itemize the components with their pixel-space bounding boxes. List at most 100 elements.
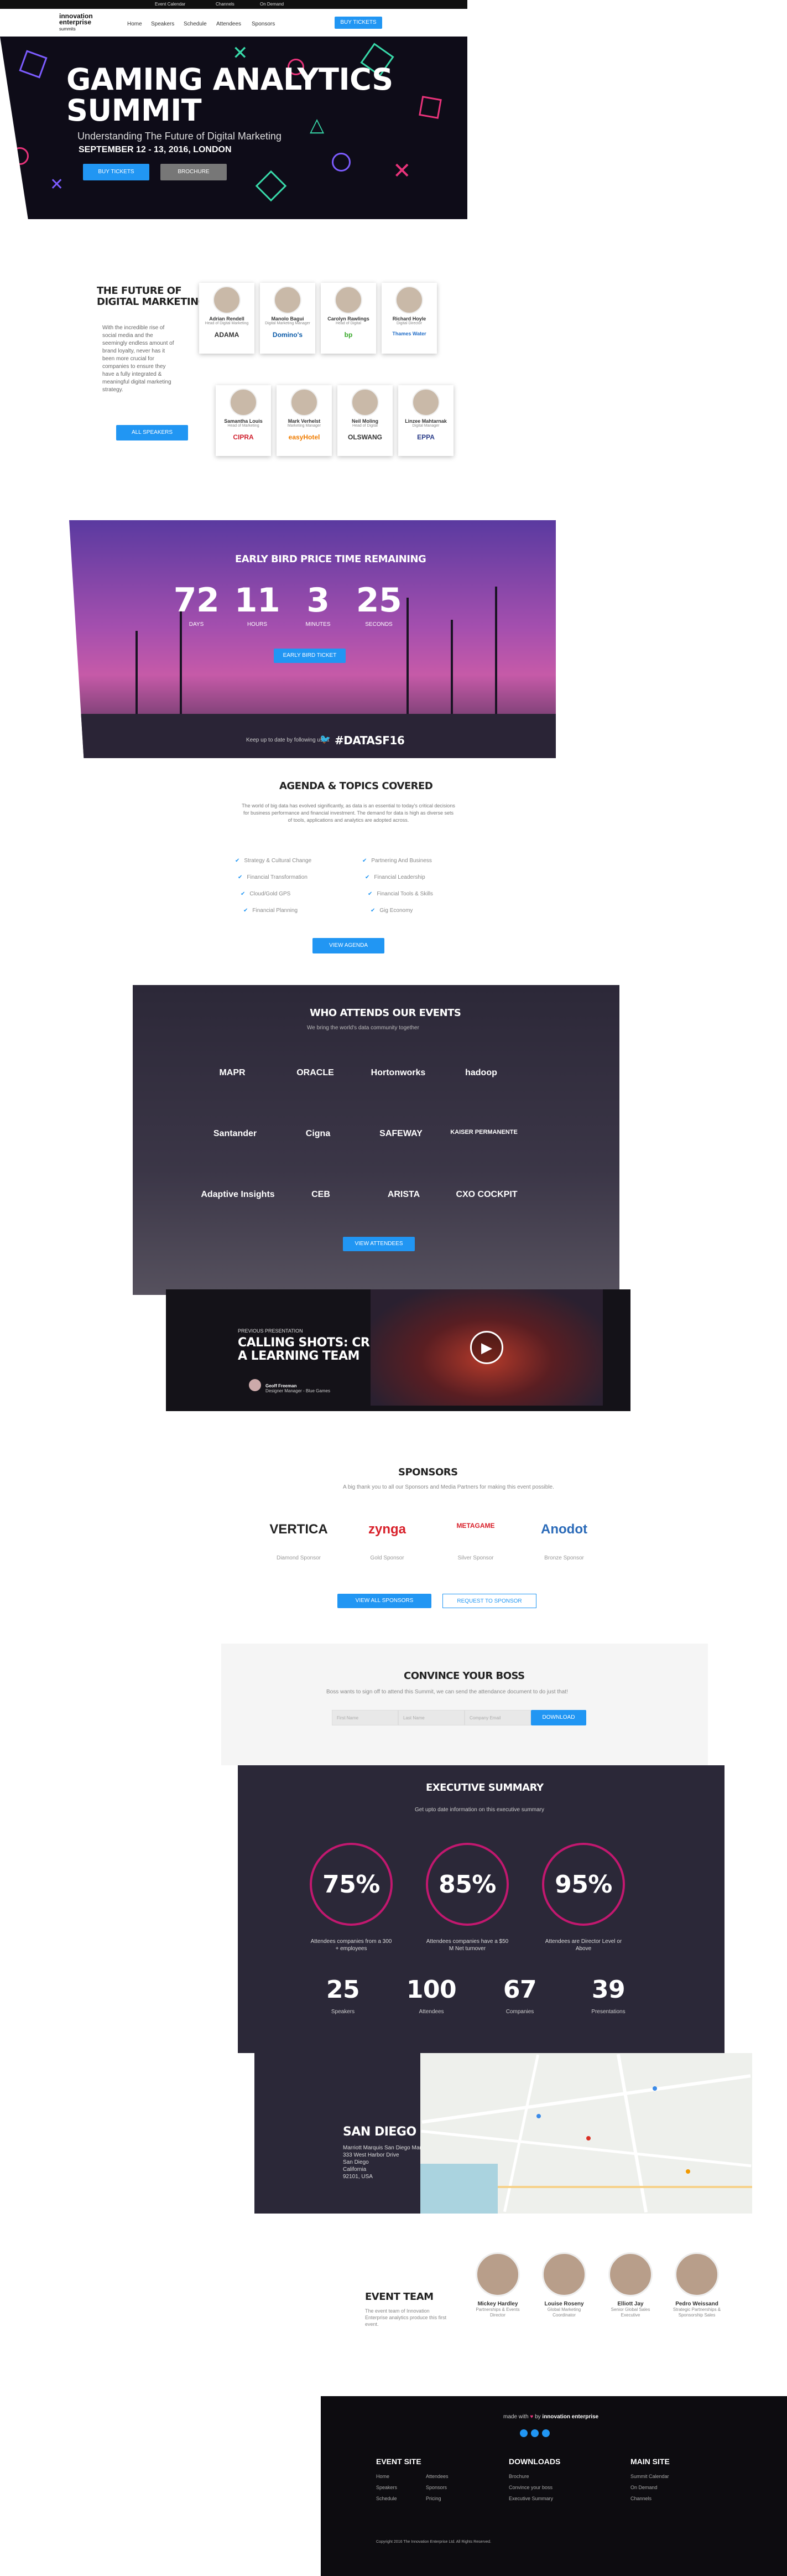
nav-item-schedule[interactable]: Schedule [184, 21, 207, 27]
brochure-button[interactable]: BROCHURE [160, 164, 227, 180]
palm-tree-shape [406, 598, 409, 714]
speaker-card[interactable]: Neil Moling Head of Digital OLSWANG [337, 385, 393, 456]
video-player[interactable]: ▶ [371, 1289, 603, 1406]
stat-ring: 75% [310, 1843, 393, 1926]
email-field[interactable]: Company Email [465, 1710, 531, 1725]
map-pin-icon[interactable] [586, 2136, 591, 2140]
hashtag[interactable]: #DATASF16 [335, 734, 405, 747]
speaker-company: CIPRA [233, 433, 254, 441]
speaker-card[interactable]: Mark Verhelst Marketing Manager easyHote… [277, 385, 332, 456]
attendee-logo: Cigna [305, 1129, 331, 1138]
speaker-card[interactable]: Carolyn Rawlings Head of Digital bp [321, 283, 376, 354]
brand-logo[interactable]: innovation enterprise summits [59, 13, 93, 32]
speakers-heading: THE FUTURE OF DIGITAL MARKETING [97, 285, 206, 308]
stat-number: 67 [503, 1976, 537, 2004]
facebook-icon[interactable] [520, 2429, 528, 2437]
view-agenda-button[interactable]: VIEW AGENDA [312, 938, 384, 953]
request-to-sponsor-button[interactable]: REQUEST TO SPONSOR [442, 1594, 536, 1608]
sponsor-tier: Silver Sponsor [457, 1555, 494, 1561]
stat-ring: 85% [426, 1843, 509, 1926]
team-member: Mickey Hardley Partnerships & Events Dir… [470, 2252, 525, 2318]
palm-tree-shape [451, 620, 453, 714]
footer-link[interactable]: Convince your boss [509, 2485, 553, 2490]
speaker-company: ADAMA [214, 331, 239, 339]
main-navbar: innovation enterprise summits Home Speak… [53, 10, 467, 37]
on-demand-link[interactable]: On Demand [260, 2, 284, 7]
footer-link[interactable]: Sponsors [426, 2485, 447, 2490]
footer-link[interactable]: Summit Calendar [630, 2474, 669, 2479]
footer-link[interactable]: Pricing [426, 2496, 441, 2501]
channels-link[interactable]: Channels [216, 2, 234, 7]
avatar [351, 388, 379, 416]
sponsor-logo[interactable]: VERTICA [254, 1522, 343, 1537]
footer-link[interactable]: Home [376, 2474, 389, 2479]
footer-link[interactable]: Brochure [509, 2474, 529, 2479]
speaker-card[interactable]: Samantha Louis Head of Marketing CIPRA [216, 385, 271, 456]
avatar [608, 2252, 653, 2297]
map-pin-icon[interactable] [653, 2086, 657, 2091]
attendee-logo: ORACLE [296, 1068, 334, 1077]
footer-link[interactable]: Speakers [376, 2485, 397, 2490]
twitter-icon[interactable]: 🐦 [320, 734, 331, 745]
nav-item-attendees[interactable]: Attendees [216, 21, 241, 27]
sponsors-intro: A big thank you to all our Sponsors and … [343, 1484, 554, 1490]
all-speakers-button[interactable]: ALL SPEAKERS [116, 425, 188, 440]
map-pin-icon[interactable] [686, 2169, 690, 2174]
event-calendar-link[interactable]: Event Calendar [155, 2, 185, 7]
buy-tickets-nav-button[interactable]: BUY TICKETS [335, 17, 382, 29]
twitter-icon[interactable] [531, 2429, 539, 2437]
nav-item-home[interactable]: Home [127, 21, 142, 27]
stat-ring-label: Attendees companies have a $50 M Net tur… [426, 1939, 509, 1952]
early-bird-ticket-button[interactable]: EARLY BIRD TICKET [274, 649, 346, 663]
square-shape-icon [255, 170, 287, 202]
nav-item-speakers[interactable]: Speakers [151, 21, 174, 27]
view-all-sponsors-button[interactable]: VIEW ALL SPONSORS [337, 1594, 431, 1608]
stat-label: Presentations [591, 2009, 626, 2015]
footer-link[interactable]: Schedule [376, 2496, 397, 2501]
team-heading: EVENT TEAM [365, 2291, 434, 2303]
speaker-card[interactable]: Manolo Bagui Digital Marketing Manager D… [260, 283, 315, 354]
footer-link[interactable]: Channels [630, 2496, 652, 2501]
agenda-item: Financial Planning [243, 908, 298, 914]
countdown-heading: EARLY BIRD PRICE TIME REMAINING [235, 553, 426, 565]
buy-tickets-button[interactable]: BUY TICKETS [83, 164, 149, 180]
top-utility-bar: Event Calendar Channels On Demand [0, 0, 467, 9]
speaker-card[interactable]: Richard Hoyle Digital Director Thames Wa… [382, 283, 437, 354]
sponsor-logo[interactable]: METAGAME [431, 1522, 520, 1530]
nav-item-sponsors[interactable]: Sponsors [252, 21, 275, 27]
speaker-company: Thames Water [392, 331, 426, 336]
last-name-field[interactable]: Last Name [398, 1710, 465, 1725]
first-name-field[interactable]: First Name [332, 1710, 398, 1725]
play-icon[interactable]: ▶ [470, 1331, 503, 1364]
sponsor-logo[interactable]: Anodot [520, 1522, 608, 1537]
attendee-logo: SAFEWAY [379, 1129, 423, 1138]
footer-link[interactable]: Executive Summary [509, 2496, 553, 2501]
sponsor-logo[interactable]: zynga [343, 1522, 431, 1537]
view-attendees-button[interactable]: VIEW ATTENDEES [343, 1237, 415, 1251]
speaker-card[interactable]: Adrian Rendell Head of Digital Marketing… [199, 283, 254, 354]
avatar [395, 286, 423, 314]
location-section: SAN DIEGO Marriott Marquis San Diego Mar… [254, 2053, 752, 2214]
agenda-heading: AGENDA & TOPICS COVERED [279, 780, 433, 792]
footer-link[interactable]: On Demand [630, 2485, 658, 2490]
agenda-item: Partnering And Business [362, 858, 432, 864]
attendee-logo: Santander [213, 1129, 257, 1138]
countdown-days-label: DAYS [189, 621, 204, 628]
countdown-footer: Keep up to date by following us at 🐦 #DA… [69, 714, 556, 758]
team-member: Louise Roseny Global Marketing Coordinat… [536, 2252, 592, 2318]
agenda-section: AGENDA & TOPICS COVERED The world of big… [102, 758, 589, 985]
location-map[interactable] [420, 2053, 752, 2214]
linkedin-icon[interactable] [542, 2429, 550, 2437]
stat-number: 25 [326, 1976, 360, 2004]
map-pin-icon[interactable] [536, 2114, 541, 2118]
palm-tree-shape [135, 631, 138, 714]
attendee-logo: Adaptive Insights [201, 1190, 275, 1199]
speaker-card[interactable]: Linzee Mahtarnak Digital Manager EPPA [398, 385, 454, 456]
convince-heading: CONVINCE YOUR BOSS [404, 1670, 525, 1682]
location-city: SAN DIEGO [343, 2125, 416, 2139]
attendee-logo: CEB [311, 1190, 330, 1199]
sponsor-tier: Bronze Sponsor [544, 1555, 584, 1561]
speaker-role: Marketing Manager [287, 424, 321, 428]
footer-link[interactable]: Attendees [426, 2474, 449, 2479]
download-button[interactable]: DOWNLOAD [531, 1710, 586, 1725]
